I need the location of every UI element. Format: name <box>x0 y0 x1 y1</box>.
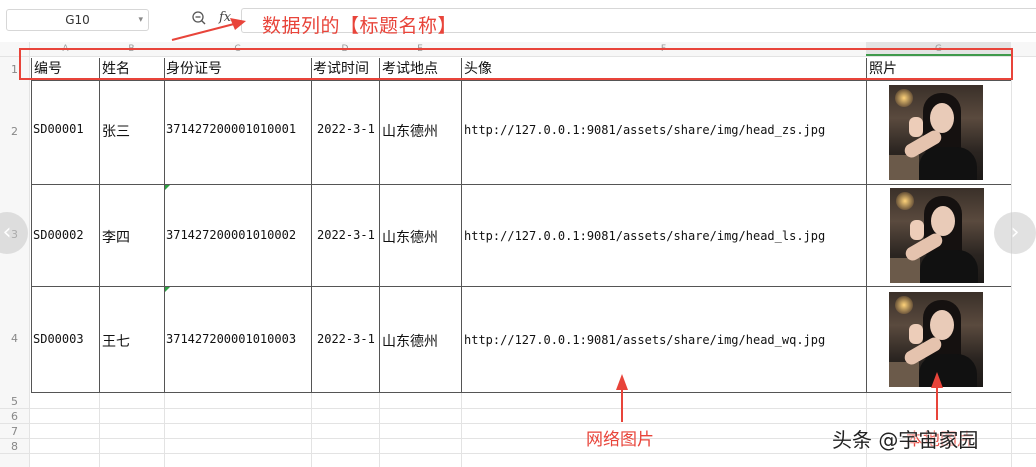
spreadsheet-grid[interactable]: A B C D E F G 1 2 3 4 5 6 7 8 编号 姓名 身份证号… <box>0 42 1036 467</box>
formula-bar: G10 ▾ fx 数据列的【标题名称】 <box>0 0 1036 42</box>
annotation-net-image: 网络图片 <box>586 430 654 450</box>
cell-name[interactable]: 张三 <box>102 121 164 141</box>
chevron-down-icon[interactable]: ▾ <box>138 10 143 30</box>
annotation-arrow-up-icon <box>616 374 628 422</box>
cell-idcard[interactable]: 371427200001010003 <box>166 332 311 346</box>
row-header-5[interactable]: 5 <box>0 395 29 409</box>
cell-avatar-url[interactable]: http://127.0.0.1:9081/assets/share/img/h… <box>464 229 864 243</box>
cell-exam-place[interactable]: 山东德州 <box>382 227 461 247</box>
cell-name[interactable]: 李四 <box>102 227 164 247</box>
cell-idcard[interactable]: 371427200001010001 <box>166 122 311 136</box>
cell-exam-time[interactable]: 2022-3-1 <box>317 122 379 136</box>
photo-image[interactable] <box>890 188 984 283</box>
chevron-right-icon[interactable]: › <box>994 212 1036 254</box>
cell-id[interactable]: SD00001 <box>33 122 99 136</box>
annotation-header-highlight <box>19 48 1013 80</box>
cell-marker-icon <box>165 287 170 292</box>
photo-image[interactable] <box>889 85 983 180</box>
row-header-2[interactable]: 2 <box>0 80 29 184</box>
row-header-7[interactable]: 7 <box>0 425 29 439</box>
row-header-8[interactable]: 8 <box>0 440 29 454</box>
annotation-title-note: 数据列的【标题名称】 <box>262 15 458 37</box>
cell-exam-time[interactable]: 2022-3-1 <box>317 228 379 242</box>
name-box[interactable]: G10 ▾ <box>6 9 149 31</box>
annotation-arrow-icon <box>171 18 246 41</box>
cell-reference: G10 <box>65 13 90 27</box>
watermark: 头条 @宇宙家园 <box>832 428 979 452</box>
cell-id[interactable]: SD00002 <box>33 228 99 242</box>
cell-exam-place[interactable]: 山东德州 <box>382 121 461 141</box>
cell-marker-icon <box>165 185 170 190</box>
cell-name[interactable]: 王七 <box>102 331 164 351</box>
row-header-4[interactable]: 4 <box>0 286 29 392</box>
row-header-6[interactable]: 6 <box>0 410 29 424</box>
annotation-arrow-up-icon <box>931 372 943 420</box>
cell-idcard[interactable]: 371427200001010002 <box>166 228 311 242</box>
cell-exam-time[interactable]: 2022-3-1 <box>317 332 379 346</box>
cell-avatar-url[interactable]: http://127.0.0.1:9081/assets/share/img/h… <box>464 123 864 137</box>
cell-avatar-url[interactable]: http://127.0.0.1:9081/assets/share/img/h… <box>464 333 864 347</box>
cell-exam-place[interactable]: 山东德州 <box>382 331 461 351</box>
cell-id[interactable]: SD00003 <box>33 332 99 346</box>
